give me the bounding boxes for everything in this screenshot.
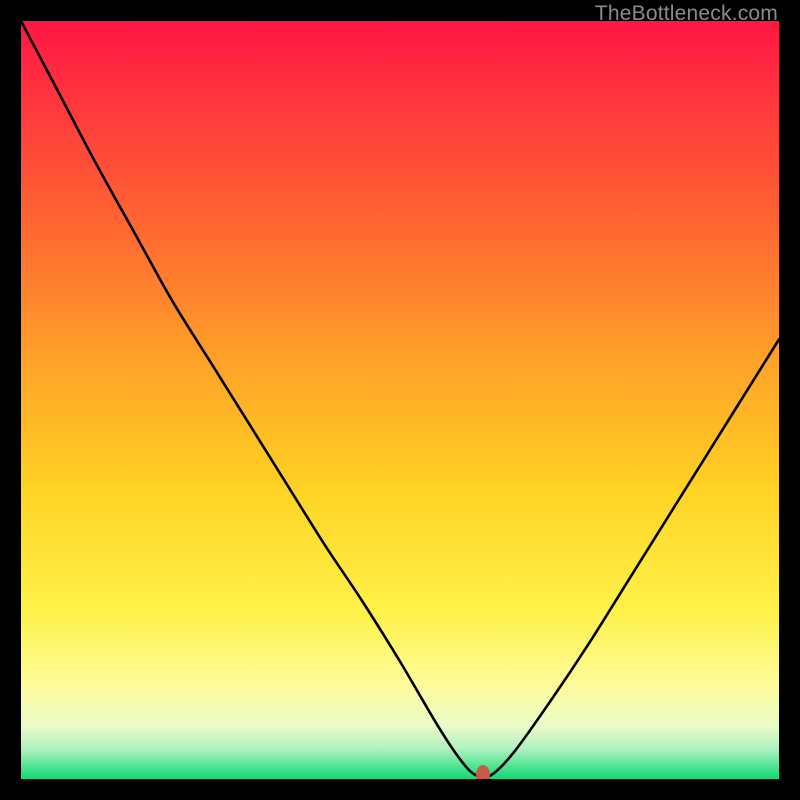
plot-area xyxy=(21,21,779,779)
bottleneck-curve xyxy=(21,21,779,779)
chart-frame: TheBottleneck.com xyxy=(0,0,800,800)
minimum-marker xyxy=(476,765,490,779)
